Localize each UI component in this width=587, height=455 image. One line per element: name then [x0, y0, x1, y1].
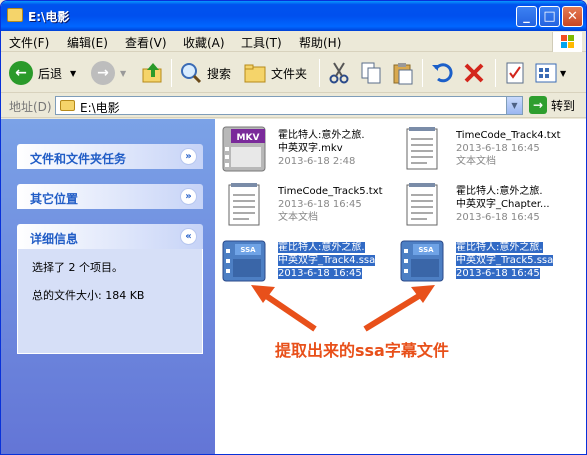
- explorer-window: E:\电影 _ □ ✕ 文件(F) 编辑(E) 查看(V) 收藏(A) 工具(T…: [0, 0, 587, 455]
- chevron-up-icon[interactable]: «: [180, 228, 197, 245]
- views-grid-icon: [535, 63, 557, 83]
- menu-help[interactable]: 帮助(H): [299, 34, 341, 51]
- forward-arrow-icon: →: [91, 61, 115, 85]
- minimize-button[interactable]: _: [516, 6, 537, 27]
- search-button[interactable]: 搜索: [179, 57, 231, 89]
- delete-x-icon: [464, 63, 484, 83]
- back-arrow-icon: ←: [9, 61, 33, 85]
- toolbar-separator: [319, 59, 320, 87]
- up-folder-icon: [142, 63, 162, 83]
- annotation-text: 提取出来的ssa字幕文件: [275, 341, 449, 360]
- panel-title-places: 其它位置: [30, 192, 79, 206]
- panel-other-places[interactable]: 其它位置 »: [17, 184, 203, 209]
- close-button[interactable]: ✕: [562, 6, 583, 27]
- task-pane: 文件和文件夹任务 » 其它位置 » 详细信息 « 选择了 2 个项目。 总的文件…: [1, 119, 215, 454]
- address-input[interactable]: E:\电影 ▼: [55, 96, 523, 115]
- cut-button[interactable]: [327, 57, 351, 89]
- address-dropdown-icon[interactable]: ▼: [506, 97, 522, 114]
- delete-button[interactable]: [462, 57, 486, 89]
- toolbar-separator: [495, 59, 496, 87]
- chevron-down-icon[interactable]: »: [180, 148, 197, 165]
- windows-flag-icon: [561, 35, 575, 49]
- maximize-button[interactable]: □: [539, 6, 560, 27]
- panel-header[interactable]: 文件和文件夹任务 »: [17, 144, 203, 169]
- menu-favorites[interactable]: 收藏(A): [183, 34, 225, 51]
- undo-button[interactable]: [430, 57, 454, 89]
- toolbar-separator: [422, 59, 423, 87]
- undo-icon: [432, 63, 453, 83]
- forward-button[interactable]: → ▼: [91, 57, 126, 89]
- folders-button[interactable]: 文件夹: [243, 57, 307, 89]
- address-value: E:\电影: [80, 101, 120, 115]
- copy-icon: [361, 62, 381, 84]
- paste-icon: [393, 63, 413, 85]
- panel-title-tasks: 文件和文件夹任务: [30, 152, 127, 166]
- scissors-icon: [329, 62, 349, 84]
- menu-tools[interactable]: 工具(T): [241, 34, 282, 51]
- panel-file-tasks[interactable]: 文件和文件夹任务 »: [17, 144, 203, 169]
- chevron-down-icon[interactable]: »: [180, 188, 197, 205]
- folder-icon: [60, 100, 75, 111]
- forward-dropdown-icon[interactable]: ▼: [120, 69, 126, 78]
- address-bar: 地址(D) E:\电影 ▼ → 转到: [1, 94, 586, 118]
- file-list: MKV 霍比特人:意外之旅. 中英双字.mkv 2013-6-18 2:48 T…: [215, 119, 586, 454]
- window-title: E:\电影: [28, 10, 70, 24]
- properties-button[interactable]: [503, 57, 527, 89]
- search-icon: [181, 63, 202, 84]
- copy-button[interactable]: [359, 57, 383, 89]
- toolbar: ← 后退 ▼ → ▼ 搜索 文件夹 ▼: [1, 53, 586, 93]
- folders-icon: [244, 64, 266, 83]
- title-bar[interactable]: E:\电影 _ □ ✕: [1, 1, 586, 31]
- views-dropdown-icon: ▼: [560, 68, 567, 78]
- back-label: 后退: [38, 66, 63, 81]
- views-button[interactable]: ▼: [534, 57, 566, 89]
- go-arrow-icon: →: [529, 96, 547, 114]
- menu-edit[interactable]: 编辑(E): [67, 34, 108, 51]
- back-dropdown-icon[interactable]: ▼: [70, 69, 76, 78]
- details-body: 选择了 2 个项目。 总的文件大小: 184 KB: [17, 249, 203, 354]
- up-folder-button[interactable]: [141, 57, 165, 89]
- selection-count: 选择了 2 个项目。: [32, 261, 123, 274]
- panel-details: 详细信息 « 选择了 2 个项目。 总的文件大小: 184 KB: [17, 224, 203, 354]
- menu-bar: 文件(F) 编辑(E) 查看(V) 收藏(A) 工具(T) 帮助(H): [1, 31, 586, 52]
- panel-header[interactable]: 详细信息 «: [17, 224, 203, 249]
- go-label: 转到: [551, 98, 576, 113]
- toolbar-separator: [171, 59, 172, 87]
- total-size: 总的文件大小: 184 KB: [32, 289, 145, 302]
- folders-label: 文件夹: [271, 66, 308, 81]
- folder-icon: [7, 8, 23, 22]
- paste-button[interactable]: [391, 57, 415, 89]
- search-label: 搜索: [207, 66, 232, 81]
- address-label: 地址(D): [9, 100, 52, 114]
- annotation-arrows: [251, 285, 435, 332]
- panel-header[interactable]: 其它位置 »: [17, 184, 203, 209]
- menu-view[interactable]: 查看(V): [125, 34, 167, 51]
- windows-logo: [552, 32, 582, 52]
- properties-icon: [506, 62, 524, 84]
- go-button[interactable]: → 转到: [529, 96, 575, 114]
- back-button[interactable]: ← 后退 ▼: [9, 57, 76, 89]
- panel-title-details: 详细信息: [30, 232, 79, 246]
- menu-file[interactable]: 文件(F): [9, 34, 49, 51]
